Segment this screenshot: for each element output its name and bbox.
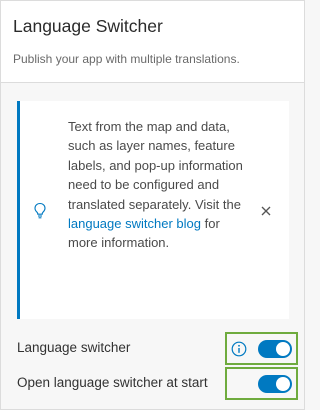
lightbulb-icon <box>34 202 46 219</box>
toggle-knob <box>276 377 290 391</box>
toggle-knob <box>276 342 290 356</box>
language-switcher-toggle[interactable] <box>258 340 292 358</box>
setting-label-open-at-start: Open language switcher at start <box>17 375 208 390</box>
info-icon[interactable] <box>231 341 247 357</box>
language-switcher-panel: Language Switcher Publish your app with … <box>0 0 305 410</box>
notice-text: Text from the map and data, such as laye… <box>68 117 246 253</box>
notice-text-before-link: Text from the map and data, such as laye… <box>68 119 243 212</box>
setting-label-language-switcher: Language switcher <box>17 340 131 355</box>
open-at-start-toggle[interactable] <box>258 375 292 393</box>
close-icon[interactable] <box>260 205 272 217</box>
panel-header: Language Switcher Publish your app with … <box>1 1 304 83</box>
language-switcher-blog-link[interactable]: language switcher blog <box>68 216 201 231</box>
panel-title: Language Switcher <box>13 16 163 36</box>
panel-subtitle: Publish your app with multiple translati… <box>13 52 240 66</box>
info-notice: Text from the map and data, such as laye… <box>17 101 289 319</box>
